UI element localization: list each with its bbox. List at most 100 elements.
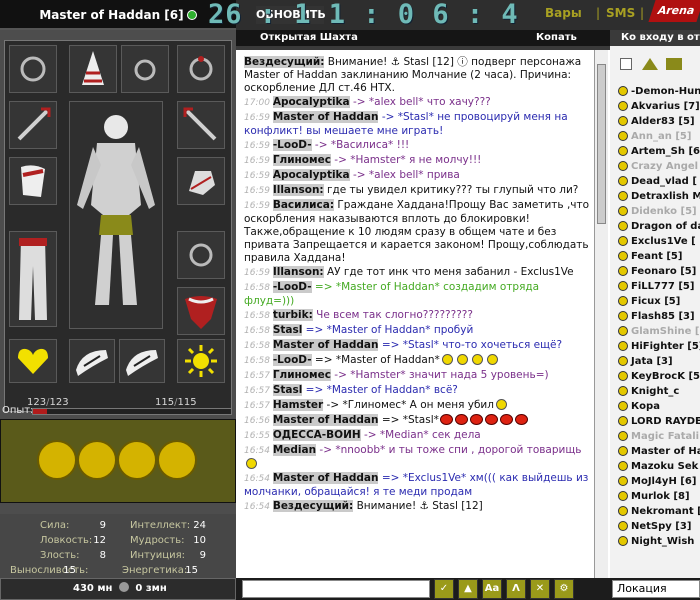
refresh-list-checkbox[interactable] xyxy=(620,58,632,70)
message-author[interactable]: ОДЕССА-ВОИН xyxy=(272,429,361,441)
send-button[interactable]: ✓ xyxy=(434,579,454,599)
message-author[interactable]: Глиномес xyxy=(272,369,331,381)
user-list-item[interactable]: -Demon-Hunter xyxy=(610,84,700,99)
message-author[interactable]: Василиса: xyxy=(272,199,335,211)
user-status-icon xyxy=(618,191,628,201)
message-author[interactable]: Master of Haddan xyxy=(272,472,379,484)
weapon-slot[interactable] xyxy=(9,101,57,149)
location-select[interactable]: Локация xyxy=(612,580,700,598)
message-author[interactable]: Вездесущий: xyxy=(272,500,354,512)
message-author[interactable]: Stasl xyxy=(272,324,303,336)
user-list-item[interactable]: Dead_vlad [ xyxy=(610,174,700,189)
user-list-item[interactable]: Mazoku Sek xyxy=(610,459,700,474)
sort-up-icon[interactable] xyxy=(642,58,658,70)
helmet-slot[interactable] xyxy=(69,45,117,93)
user-list-item[interactable]: Ann_an [5] xyxy=(610,129,700,144)
chat-input[interactable] xyxy=(242,580,430,598)
user-list-item[interactable]: NetSpy [3] xyxy=(610,519,700,534)
message-author[interactable]: Illanson: xyxy=(272,266,324,278)
message-author[interactable]: Глиномес xyxy=(272,154,331,166)
user-list-item[interactable]: Master of Ha xyxy=(610,444,700,459)
gloves-slot[interactable] xyxy=(177,157,225,205)
user-list-item[interactable]: Knight_c xyxy=(610,384,700,399)
message-author[interactable]: Median xyxy=(272,444,317,456)
user-list-item[interactable]: LORD RAYDE xyxy=(610,414,700,429)
user-list-item[interactable]: KeyBrocK [5] xyxy=(610,369,700,384)
user-list-item[interactable]: MoJl4yH [6] xyxy=(610,474,700,489)
sort-button[interactable]: ▲ xyxy=(458,579,478,599)
to-entry-link[interactable]: Ко входу в отр xyxy=(621,32,700,43)
user-list-item[interactable]: Alder83 [5] xyxy=(610,114,700,129)
message-author[interactable]: -LooD- xyxy=(272,354,312,366)
message-author[interactable]: Master of Haddan xyxy=(272,339,379,351)
user-list-item[interactable]: Feonaro [5] xyxy=(610,264,700,279)
message-time: 16:54 xyxy=(244,502,273,512)
ring-slot-3[interactable] xyxy=(177,231,225,279)
message-author[interactable]: Master of Haddan xyxy=(272,414,379,426)
boots-slot[interactable] xyxy=(69,339,115,383)
chat-scrollbar[interactable] xyxy=(594,50,608,578)
user-list-item[interactable]: Кора xyxy=(610,399,700,414)
message-author[interactable]: Apocalyptika xyxy=(272,96,350,108)
offhand-slot[interactable] xyxy=(177,101,225,149)
rune-slot[interactable] xyxy=(177,339,225,383)
dig-action-link[interactable]: Копать xyxy=(536,32,577,43)
scroll-thumb[interactable] xyxy=(597,64,606,224)
info-button[interactable] xyxy=(37,440,77,480)
wings-button[interactable] xyxy=(77,440,117,480)
chat-message: 16:55 ОДЕССА-ВОИН -> *Median* сек дела xyxy=(244,429,592,443)
message-author[interactable]: turbik: xyxy=(272,309,313,321)
user-list-item[interactable]: Jata [3] xyxy=(610,354,700,369)
refresh-button[interactable]: ОБНОВИТЬ xyxy=(256,6,326,24)
message-author[interactable]: -LooD- xyxy=(272,139,312,151)
armor-slot[interactable] xyxy=(9,157,57,205)
user-list-item[interactable]: Akvarius [7] xyxy=(610,99,700,114)
user-list-item[interactable]: Murlok [8] xyxy=(610,489,700,504)
sun-button[interactable] xyxy=(117,440,157,480)
user-list-item[interactable]: Flash85 [3] xyxy=(610,309,700,324)
chat-message: 16:59 Illanson: АУ где тот инк что меня … xyxy=(244,266,592,280)
message-author[interactable]: Apocalyptika xyxy=(272,169,350,181)
triangle-button[interactable]: Λ xyxy=(506,579,526,599)
user-list-item[interactable]: Feant [5] xyxy=(610,249,700,264)
bag-button[interactable] xyxy=(157,440,197,480)
user-list-item[interactable]: HiFighter [5] xyxy=(610,339,700,354)
user-list-item[interactable]: Detraxlish M xyxy=(610,189,700,204)
message-author[interactable]: Вездесущий: xyxy=(244,56,325,68)
shield-slot[interactable] xyxy=(177,287,225,335)
user-list-item[interactable]: Ficux [5] xyxy=(610,294,700,309)
message-author[interactable]: Hamster xyxy=(272,399,324,411)
message-author[interactable]: Stasl xyxy=(272,384,303,396)
ring-slot-2[interactable] xyxy=(177,45,225,93)
user-list-item[interactable]: FiLL777 [5] xyxy=(610,279,700,294)
game-logo[interactable]: Arena xyxy=(648,0,700,22)
user-status-icon xyxy=(618,341,628,351)
menu-vars-link[interactable]: Вары xyxy=(545,6,582,20)
format-button[interactable]: Aa xyxy=(482,579,502,599)
filter-icon[interactable] xyxy=(666,58,682,70)
ring-slot-1[interactable] xyxy=(121,45,169,93)
pants-slot[interactable] xyxy=(9,231,57,327)
character-name: Master of Haddan [6] xyxy=(39,8,184,22)
character-title[interactable]: Master of Haddan [6] xyxy=(0,0,236,30)
belt-slot[interactable] xyxy=(9,339,57,383)
user-list-item[interactable]: Didenko [5] xyxy=(610,204,700,219)
menu-sms-link[interactable]: SMS xyxy=(606,6,635,20)
user-list-item[interactable]: Crazy Angel xyxy=(610,159,700,174)
user-list-item[interactable]: Artem_Sh [6] xyxy=(610,144,700,159)
message-author[interactable]: -LooD- xyxy=(272,281,312,293)
user-list-item[interactable]: Nekromant [ xyxy=(610,504,700,519)
settings-button[interactable]: ⚙ xyxy=(554,579,574,599)
user-list-item[interactable]: GlamShine [ xyxy=(610,324,700,339)
user-name: Artem_Sh [6] xyxy=(631,146,700,157)
user-list-item[interactable]: Dragon of da xyxy=(610,219,700,234)
user-list-item[interactable]: Exclus1Ve [ xyxy=(610,234,700,249)
amulet-slot[interactable] xyxy=(9,45,57,93)
user-list-item[interactable]: Night_Wish xyxy=(610,534,700,549)
user-list-item[interactable]: Magic Fatali xyxy=(610,429,700,444)
boots-slot-2[interactable] xyxy=(119,339,165,383)
chat-log[interactable]: Вездесущий: Внимание! ⚓ Stasl [12] ⓘ под… xyxy=(236,50,610,578)
message-author[interactable]: Master of Haddan xyxy=(272,111,379,123)
message-author[interactable]: Illanson: xyxy=(272,184,324,196)
clear-button[interactable]: ✕ xyxy=(530,579,550,599)
